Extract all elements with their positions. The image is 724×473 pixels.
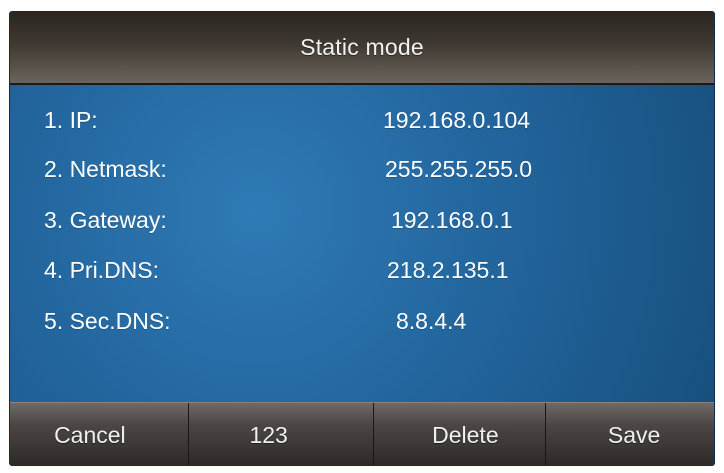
secondary-dns-label: 5. Sec.DNS: [44,308,171,334]
settings-row-secondary-dns[interactable]: 5. Sec.DNS: 8.8.4.4 [10,308,714,356]
settings-row-netmask[interactable]: 2. Netmask: 255.255.255.0 [10,156,714,204]
netmask-value[interactable]: 255.255.255.0 [385,156,532,183]
netmask-label: 2. Netmask: [44,156,167,182]
gateway-label: 3. Gateway: [44,207,167,233]
network-settings-panel: 1. IP: 192.168.0.104 2. Netmask: 255.255… [10,85,714,403]
title-bar: Static mode [10,12,714,85]
phone-screen: Static mode 1. IP: 192.168.0.104 2. Netm… [10,12,714,465]
gateway-value[interactable]: 192.168.0.1 [391,207,513,234]
ip-value[interactable]: 192.168.0.104 [383,107,530,134]
settings-row-gateway[interactable]: 3. Gateway: 192.168.0.1 [10,207,714,255]
primary-dns-label: 4. Pri.DNS: [44,257,160,283]
primary-dns-value[interactable]: 218.2.135.1 [387,257,509,284]
page-title: Static mode [300,34,424,60]
settings-row-primary-dns[interactable]: 4. Pri.DNS: 218.2.135.1 [10,257,714,305]
input-mode-button[interactable]: 123 [189,403,374,465]
delete-button[interactable]: Delete [374,403,547,465]
secondary-dns-value[interactable]: 8.8.4.4 [396,308,466,335]
cancel-button[interactable]: Cancel [10,403,189,465]
softkey-bar: Cancel 123 Delete Save [10,402,714,465]
save-button[interactable]: Save [546,403,714,465]
settings-row-ip[interactable]: 1. IP: 192.168.0.104 [10,107,714,155]
ip-label: 1. IP: [44,107,98,133]
